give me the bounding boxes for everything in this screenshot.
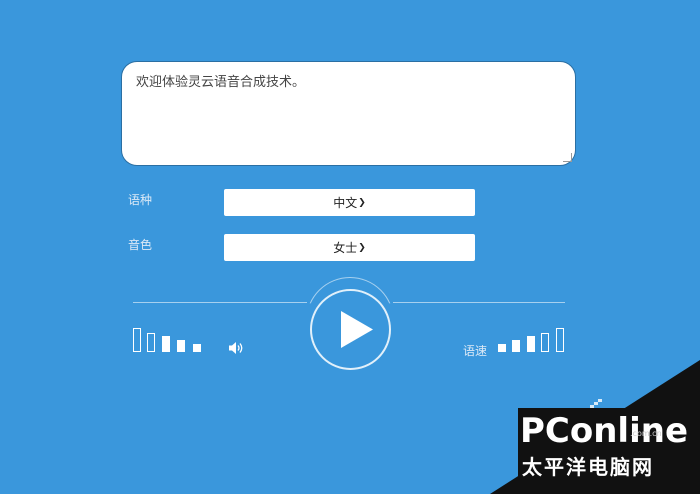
volume-level-bar[interactable] (147, 333, 155, 352)
speed-label: 语速 (463, 344, 488, 358)
volume-level-bar[interactable] (162, 336, 170, 352)
watermark-brand: PConline (520, 411, 688, 451)
speaker-icon[interactable] (228, 341, 246, 355)
tts-text-input[interactable]: 欢迎体验灵云语音合成技术。 (121, 61, 576, 166)
watermark-domain: .com.cn (630, 429, 662, 438)
volume-level-bar[interactable] (133, 328, 141, 352)
speed-level-bar[interactable] (498, 344, 506, 352)
voice-select[interactable]: 女士 ❯ (224, 234, 475, 261)
tts-text-value: 欢迎体验灵云语音合成技术。 (136, 75, 306, 90)
play-icon (341, 311, 373, 348)
divider-left (133, 302, 307, 303)
speed-level-bar[interactable] (541, 333, 549, 352)
speed-level-bar[interactable] (512, 340, 520, 352)
pconline-watermark-logo: PConline .com.cn 太平洋电脑网 (490, 360, 700, 494)
resize-handle[interactable] (563, 153, 572, 162)
volume-level-bar[interactable] (193, 344, 201, 352)
language-select-value: 中文 (333, 196, 358, 210)
volume-level-bar[interactable] (177, 340, 185, 352)
divider-right (393, 302, 565, 303)
language-select[interactable]: 中文 ❯ (224, 189, 475, 216)
chevron-down-icon: ❯ (358, 242, 366, 253)
speed-level-bar[interactable] (527, 336, 535, 352)
chevron-down-icon: ❯ (358, 197, 366, 208)
watermark-cn: 太平洋电脑网 (522, 455, 654, 479)
speed-level-bar[interactable] (556, 328, 564, 352)
play-button[interactable] (310, 289, 391, 370)
voice-select-value: 女士 (333, 241, 358, 255)
language-label: 语种 (128, 193, 153, 207)
voice-label: 音色 (128, 238, 153, 252)
